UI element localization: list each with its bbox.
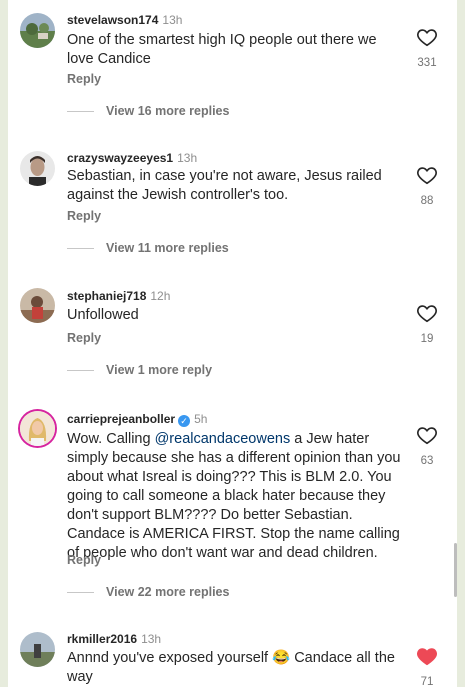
- heart-outline-icon[interactable]: [416, 26, 438, 48]
- avatar[interactable]: [20, 13, 55, 48]
- avatar[interactable]: [20, 151, 55, 186]
- avatar[interactable]: [20, 411, 55, 446]
- comment-text: Annnd you've exposed yourself 😂 Candace …: [67, 649, 407, 687]
- comment-text: One of the smartest high IQ people out t…: [67, 32, 377, 67]
- reply-button[interactable]: Reply: [67, 331, 101, 345]
- avatar[interactable]: [20, 288, 55, 323]
- view-replies-button[interactable]: View 1 more reply: [67, 363, 212, 377]
- comment-meta: stevelawson174 13h: [67, 13, 182, 27]
- divider-line: [67, 111, 94, 113]
- comment-text-body: a Jew hater simply because she has a dif…: [67, 431, 401, 561]
- mention-link[interactable]: @realcandaceowens: [155, 431, 291, 447]
- view-replies-button[interactable]: View 16 more replies: [67, 104, 229, 118]
- verified-badge-icon: ✓: [178, 415, 191, 427]
- timestamp: 13h: [162, 13, 183, 27]
- comment-text: Unfollowed: [67, 307, 139, 323]
- like-count: 88: [420, 195, 434, 207]
- timestamp: 12h: [150, 289, 171, 303]
- view-replies-label: View 22 more replies: [106, 585, 230, 599]
- view-replies-button[interactable]: View 22 more replies: [67, 585, 229, 599]
- like-count: 331: [417, 57, 437, 69]
- view-replies-label: View 1 more reply: [106, 363, 213, 377]
- like-count: 71: [420, 676, 434, 687]
- timestamp: 5h: [194, 412, 208, 426]
- heart-outline-icon[interactable]: [416, 424, 438, 446]
- view-replies-label: View 11 more replies: [106, 241, 229, 255]
- view-replies-button[interactable]: View 11 more replies: [67, 241, 229, 255]
- like-count: 19: [420, 333, 434, 345]
- like-count: 63: [420, 455, 434, 467]
- username[interactable]: crazyswayzeeyes1: [67, 151, 173, 165]
- comment-text-prefix: Annnd you've exposed yourself: [67, 650, 273, 666]
- reply-button[interactable]: Reply: [67, 209, 101, 223]
- heart-outline-icon[interactable]: [416, 164, 438, 186]
- comment-meta: crazyswayzeeyes1 13h: [67, 151, 197, 165]
- reply-button[interactable]: Reply: [67, 72, 101, 86]
- reply-button[interactable]: Reply: [67, 553, 101, 567]
- laughing-emoji-icon: 😂: [272, 650, 291, 666]
- divider-line: [67, 370, 94, 372]
- avatar[interactable]: [20, 632, 55, 667]
- heart-filled-icon[interactable]: [416, 645, 438, 667]
- scrollbar[interactable]: [454, 543, 457, 597]
- timestamp: 13h: [177, 151, 198, 165]
- comment-meta: rkmiller2016 13h: [67, 632, 161, 646]
- divider-line: [67, 248, 94, 250]
- divider-line: [67, 592, 94, 594]
- comment-text: Wow. Calling @realcandaceowens a Jew hat…: [67, 430, 407, 563]
- comment-meta: stephaniej718 12h: [67, 289, 170, 303]
- comment-meta: carrieprejeanboller ✓ 5h: [67, 412, 207, 427]
- username[interactable]: stephaniej718: [67, 289, 146, 303]
- username[interactable]: carrieprejeanboller: [67, 412, 175, 426]
- comment-text-prefix: Wow. Calling: [67, 431, 155, 447]
- heart-outline-icon[interactable]: [416, 302, 438, 324]
- username[interactable]: rkmiller2016: [67, 632, 137, 646]
- username[interactable]: stevelawson174: [67, 13, 158, 27]
- view-replies-label: View 16 more replies: [106, 104, 230, 118]
- comment-text: Sebastian, in case you're not aware, Jes…: [67, 168, 382, 203]
- comments-panel: stevelawson174 13h One of the smartest hi…: [8, 0, 457, 687]
- timestamp: 13h: [141, 632, 162, 646]
